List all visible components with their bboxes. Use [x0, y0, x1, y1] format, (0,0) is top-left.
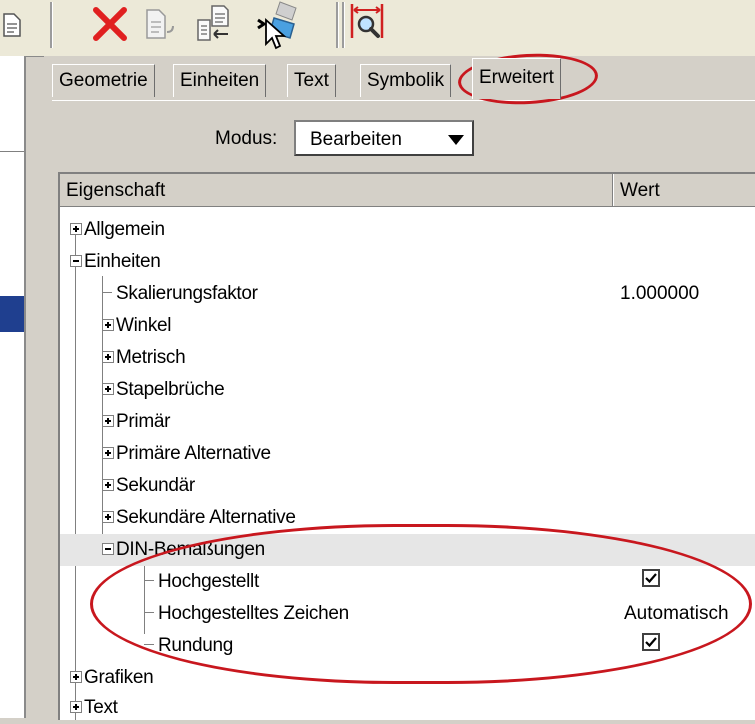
toolbar-separator [342, 2, 345, 48]
left-panel-selected-item[interactable] [0, 296, 24, 332]
row-label: Hochgestelltes Zeichen [158, 603, 349, 624]
row-label: Skalierungsfaktor [116, 283, 258, 304]
row-label: Stapelbrüche [116, 379, 225, 400]
row-value[interactable]: Automatisch [624, 603, 729, 625]
tab-text[interactable]: Text [287, 64, 336, 97]
tree-row-allgemein[interactable]: Allgemein [60, 214, 755, 246]
modus-value: Bearbeiten [310, 129, 402, 150]
column-header-value[interactable]: Wert [620, 180, 660, 202]
left-panel-divider [0, 151, 24, 152]
expand-icon[interactable] [102, 351, 114, 363]
modus-label: Modus: [215, 128, 278, 149]
tab-geometrie[interactable]: Geometrie [52, 64, 155, 97]
expand-icon[interactable] [102, 511, 114, 523]
tree-row-stapelbrueche[interactable]: Stapelbrüche [60, 374, 755, 406]
tab-symbolik[interactable]: Symbolik [360, 64, 452, 97]
tab-erweitert[interactable]: Erweitert [472, 58, 561, 99]
tree-row-einheiten[interactable]: Einheiten [60, 246, 755, 278]
collapse-icon[interactable] [70, 255, 82, 267]
row-label: Einheiten [84, 251, 161, 272]
tree-row-hochgestellt[interactable]: Hochgestellt [60, 566, 755, 598]
eraser-icon [257, 1, 297, 50]
expand-icon[interactable] [102, 479, 114, 491]
tree-row-winkel[interactable]: Winkel [60, 310, 755, 342]
checkmark-icon [645, 573, 657, 584]
delete-icon [93, 7, 127, 41]
column-divider-highlight [613, 174, 614, 206]
checkmark-icon [645, 637, 657, 648]
insert-document-icon [197, 5, 229, 41]
tree-row-hochgestelltes-zeichen[interactable]: Hochgestelltes Zeichen Automatisch [60, 598, 755, 630]
copy-button[interactable] [140, 4, 180, 44]
tree-row-skalierungsfaktor[interactable]: Skalierungsfaktor 1.000000 [60, 278, 755, 310]
row-value[interactable]: 1.000000 [620, 283, 699, 305]
insert-button[interactable] [192, 4, 236, 44]
zoom-dimension-icon [350, 4, 384, 38]
property-grid: Eigenschaft Wert Allgemein Einheiten Ska… [58, 172, 755, 720]
row-label: Primär [116, 411, 171, 432]
row-label: DIN-Bemaßungen [116, 539, 265, 560]
left-panel [0, 0, 44, 718]
left-panel-list[interactable] [0, 56, 26, 718]
hochgestellt-checkbox[interactable] [642, 569, 660, 587]
tree-row-primaere-alternative[interactable]: Primäre Alternative [60, 438, 755, 470]
expand-icon[interactable] [102, 383, 114, 395]
row-label: Allgemein [84, 219, 165, 240]
rundung-checkbox[interactable] [642, 633, 660, 651]
toolbar [44, 0, 755, 56]
row-label: Hochgestellt [158, 571, 259, 592]
tree-row-grafiken[interactable]: Grafiken [60, 662, 755, 694]
tree-row-din-bemassungen[interactable]: DIN-Bemaßungen [60, 534, 755, 566]
document-icon[interactable] [2, 12, 22, 38]
collapse-icon[interactable] [102, 543, 114, 555]
expand-icon[interactable] [70, 701, 82, 713]
row-label: Winkel [116, 315, 172, 336]
tab-einheiten[interactable]: Einheiten [173, 64, 267, 97]
delete-button[interactable] [88, 4, 132, 44]
expand-icon[interactable] [70, 671, 82, 683]
expand-icon[interactable] [70, 223, 82, 235]
eraser-button[interactable] [252, 1, 308, 50]
row-label: Text [84, 697, 118, 718]
tree-row-sekundaere-alternative[interactable]: Sekundäre Alternative [60, 502, 755, 534]
tab-baseline [52, 100, 755, 101]
toolbar-separator [336, 2, 339, 48]
row-label: Metrisch [116, 347, 186, 368]
tree-row-primaer[interactable]: Primär [60, 406, 755, 438]
row-label: Rundung [158, 635, 234, 656]
tree-row-metrisch[interactable]: Metrisch [60, 342, 755, 374]
column-header-property[interactable]: Eigenschaft [66, 180, 165, 202]
row-label: Grafiken [84, 667, 154, 688]
modus-dropdown[interactable]: Bearbeiten [294, 120, 474, 156]
expand-icon[interactable] [102, 415, 114, 427]
tree-row-rundung[interactable]: Rundung [60, 630, 755, 662]
expand-icon[interactable] [102, 319, 114, 331]
toolbar-separator [50, 2, 53, 48]
row-label: Sekundäre Alternative [116, 507, 296, 528]
tree-row-sekundaer[interactable]: Sekundär [60, 470, 755, 502]
zoom-dimension-button[interactable] [348, 2, 388, 42]
row-label: Sekundär [116, 475, 195, 496]
expand-icon[interactable] [102, 447, 114, 459]
row-label: Primäre Alternative [116, 443, 271, 464]
grid-header: Eigenschaft Wert [60, 174, 755, 207]
dropdown-arrow-icon[interactable] [448, 135, 464, 145]
tree-row-text[interactable]: Text [60, 692, 755, 724]
copy-document-icon [146, 9, 174, 39]
